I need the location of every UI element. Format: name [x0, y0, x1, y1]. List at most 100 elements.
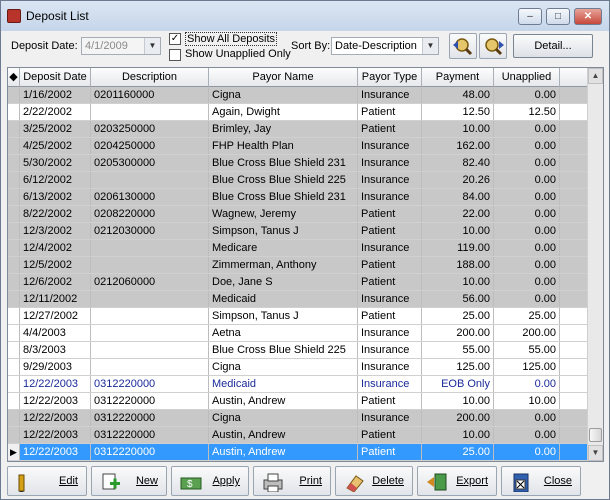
- table-row[interactable]: 12/6/2002 0212060000 Doe, Jane S Patient 10.…: [8, 274, 588, 291]
- cell-payor-type: Patient: [358, 308, 422, 324]
- show-all-deposits-checkbox[interactable]: ✓: [169, 33, 181, 45]
- table-row[interactable]: 6/13/2002 0206130000 Blue Cross Blue Shiel…: [8, 189, 588, 206]
- cell-description: 0203250000: [91, 121, 209, 137]
- cell-description: 0201160000: [91, 87, 209, 103]
- table-row[interactable]: 12/11/2002 Medicaid Insurance 56.00 0.00: [8, 291, 588, 308]
- export-button[interactable]: Export: [417, 466, 497, 496]
- maximize-button[interactable]: □: [546, 8, 570, 25]
- apply-button[interactable]: $ Apply: [171, 466, 249, 496]
- row-indicator: [8, 325, 20, 341]
- table-row[interactable]: 4/4/2003 Aetna Insurance 200.00 200.00: [8, 325, 588, 342]
- table-row[interactable]: 12/27/2002 Simpson, Tanus J Patient 25.00 25…: [8, 308, 588, 325]
- row-spacer: [560, 189, 588, 205]
- cell-payor-type: Insurance: [358, 342, 422, 358]
- cell-deposit-date: 3/25/2002: [20, 121, 91, 137]
- show-unapplied-only-checkbox[interactable]: [169, 49, 181, 61]
- title-bar: Deposit List – □ ✕: [1, 1, 609, 31]
- cell-unapplied: 12.50: [494, 104, 560, 120]
- header-spacer: [560, 68, 588, 87]
- column-header-unapplied[interactable]: Unapplied: [494, 68, 560, 87]
- cell-deposit-date: 12/3/2002: [20, 223, 91, 239]
- cell-payor-name: Blue Cross Blue Shield 225: [209, 172, 358, 188]
- column-header-payment[interactable]: Payment: [422, 68, 494, 87]
- row-indicator: [8, 172, 20, 188]
- close-window-button[interactable]: ✕: [574, 8, 602, 25]
- cell-payor-name: Again, Dwight: [209, 104, 358, 120]
- magnifier-left-icon: [453, 38, 473, 56]
- show-all-deposits-label[interactable]: Show All Deposits: [185, 32, 278, 46]
- cell-description: 0206130000: [91, 189, 209, 205]
- cell-deposit-date: 6/13/2002: [20, 189, 91, 205]
- search-previous-button[interactable]: [449, 33, 477, 59]
- table-row[interactable]: 1/16/2002 0201160000 Cigna Insurance 48.00 0.…: [8, 87, 588, 104]
- column-header-deposit-date[interactable]: Deposit Date: [20, 68, 91, 87]
- deposit-date-field: 4/1/2009 ▼: [81, 37, 161, 55]
- scroll-thumb[interactable]: [589, 428, 602, 442]
- cell-deposit-date: 8/22/2002: [20, 206, 91, 222]
- table-row[interactable]: 12/4/2002 Medicare Insurance 119.00 0.00: [8, 240, 588, 257]
- cell-payor-type: Insurance: [358, 155, 422, 171]
- row-spacer: [560, 121, 588, 137]
- cell-payment: 10.00: [422, 274, 494, 290]
- cell-deposit-date: 5/30/2002: [20, 155, 91, 171]
- cell-payment: 12.50: [422, 104, 494, 120]
- vertical-scrollbar[interactable]: ▲ ▼: [587, 68, 603, 461]
- close-button[interactable]: Close: [501, 466, 581, 496]
- apply-label: Apply: [212, 475, 240, 487]
- delete-button[interactable]: Delete: [335, 466, 413, 496]
- cell-payor-name: Blue Cross Blue Shield 231: [209, 155, 358, 171]
- table-row[interactable]: 8/22/2002 0208220000 Wagnew, Jeremy Patient…: [8, 206, 588, 223]
- print-label: Print: [299, 475, 322, 487]
- table-row[interactable]: ▶ 12/22/2003 0312220000 Austin, Andrew Patie…: [8, 444, 588, 461]
- cell-payment: 125.00: [422, 359, 494, 375]
- cell-deposit-date: 12/5/2002: [20, 257, 91, 273]
- eraser-icon: [346, 475, 364, 492]
- export-icon: [427, 473, 447, 491]
- edit-button[interactable]: Edit: [7, 466, 87, 496]
- cell-payor-name: Medicare: [209, 240, 358, 256]
- table-row[interactable]: 12/22/2003 0312220000 Medicaid Insurance EOB…: [8, 376, 588, 393]
- cell-deposit-date: 12/6/2002: [20, 274, 91, 290]
- detail-button[interactable]: Detail...: [513, 34, 593, 58]
- minimize-button[interactable]: –: [518, 8, 542, 25]
- table-row[interactable]: 12/5/2002 Zimmerman, Anthony Patient 188.00…: [8, 257, 588, 274]
- cell-unapplied: 0.00: [494, 206, 560, 222]
- table-row[interactable]: 12/22/2003 0312220000 Austin, Andrew Patien…: [8, 393, 588, 410]
- table-row[interactable]: 12/22/2003 0312220000 Austin, Andrew Patien…: [8, 427, 588, 444]
- table-row[interactable]: 4/25/2002 0204250000 FHP Health Plan Insura…: [8, 138, 588, 155]
- show-unapplied-only-label[interactable]: Show Unapplied Only: [185, 48, 291, 60]
- cell-payor-name: Blue Cross Blue Shield 231: [209, 189, 358, 205]
- cell-description: 0312220000: [91, 410, 209, 426]
- cell-description: 0205300000: [91, 155, 209, 171]
- sort-by-select[interactable]: Date-Description ▼: [331, 37, 439, 55]
- table-row[interactable]: 8/3/2003 Blue Cross Blue Shield 225 Insura…: [8, 342, 588, 359]
- cell-deposit-date: 1/16/2002: [20, 87, 91, 103]
- table-row[interactable]: 12/3/2002 0212030000 Simpson, Tanus J Patie…: [8, 223, 588, 240]
- row-indicator: [8, 427, 20, 443]
- row-spacer: [560, 325, 588, 341]
- table-row[interactable]: 3/25/2002 0203250000 Brimley, Jay Patient 10…: [8, 121, 588, 138]
- table-row[interactable]: 9/29/2003 Cigna Insurance 125.00 125.00: [8, 359, 588, 376]
- cell-payor-name: Zimmerman, Anthony: [209, 257, 358, 273]
- cell-description: [91, 308, 209, 324]
- column-header-payor-type[interactable]: Payor Type: [358, 68, 422, 87]
- print-button[interactable]: Print: [253, 466, 331, 496]
- sort-by-value: Date-Description: [335, 40, 417, 52]
- cell-payor-name: Austin, Andrew: [209, 444, 358, 460]
- scroll-down-arrow-icon[interactable]: ▼: [588, 445, 603, 461]
- new-button[interactable]: New: [91, 466, 167, 496]
- new-label: New: [135, 475, 158, 487]
- table-row[interactable]: 5/30/2002 0205300000 Blue Cross Blue Shiel…: [8, 155, 588, 172]
- row-indicator: [8, 223, 20, 239]
- table-row[interactable]: 6/12/2002 Blue Cross Blue Shield 225 Insur…: [8, 172, 588, 189]
- table-row[interactable]: 2/22/2002 Again, Dwight Patient 12.50 12.50: [8, 104, 588, 121]
- column-header-payor-name[interactable]: Payor Name: [209, 68, 358, 87]
- edit-label: Edit: [59, 475, 78, 487]
- cell-deposit-date: 12/22/2003: [20, 393, 91, 409]
- table-row[interactable]: 12/22/2003 0312220000 Cigna Insurance 200.00…: [8, 410, 588, 427]
- row-indicator: [8, 87, 20, 103]
- cell-unapplied: 0.00: [494, 172, 560, 188]
- column-header-description[interactable]: Description: [91, 68, 209, 87]
- search-next-button[interactable]: [479, 33, 507, 59]
- scroll-up-arrow-icon[interactable]: ▲: [588, 68, 603, 84]
